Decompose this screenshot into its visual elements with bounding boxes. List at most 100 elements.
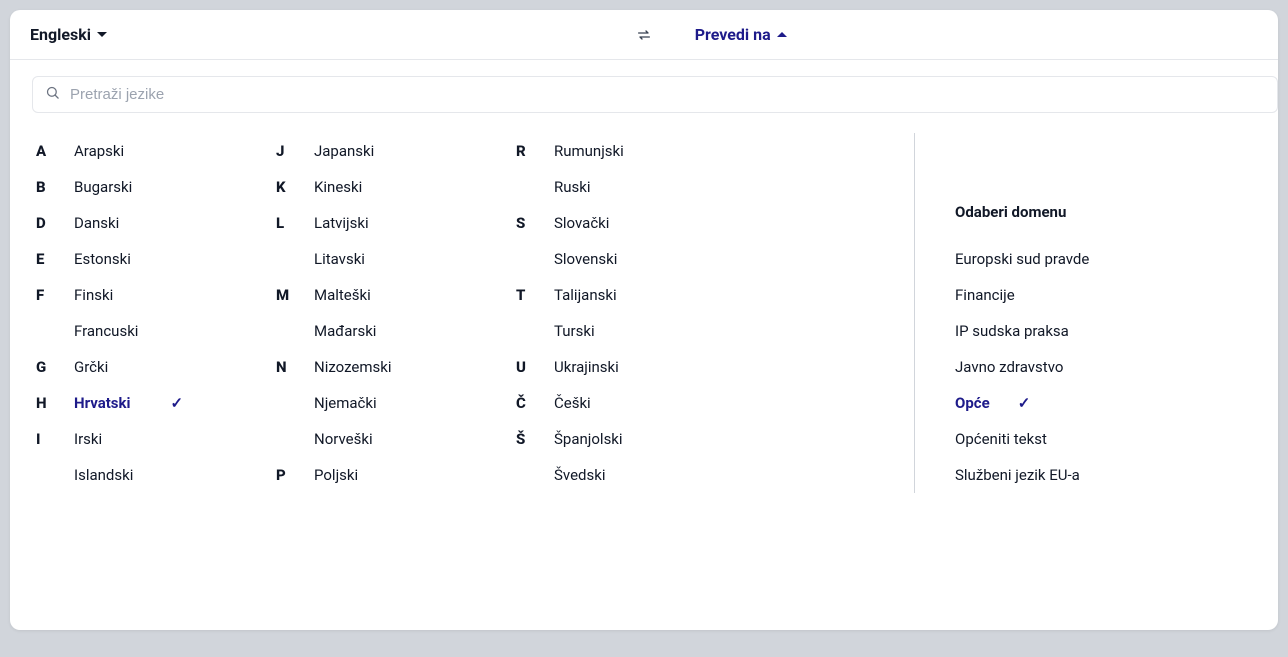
language-item[interactable]: Norveški — [314, 430, 373, 448]
domain-item-label: Financije — [955, 286, 1015, 304]
domain-container: Odaberi domenu Europski sud pravdeFinanc… — [914, 133, 1254, 493]
language-name: Mađarski — [314, 322, 376, 340]
language-item[interactable]: Litavski — [314, 250, 365, 268]
language-name: Ukrajinski — [554, 358, 619, 376]
language-row: RRumunjski — [514, 133, 714, 169]
language-item[interactable]: Ruski — [554, 178, 591, 196]
domain-item[interactable]: Javno zdravstvo — [955, 349, 1254, 385]
language-item[interactable]: Finski — [74, 286, 113, 304]
language-item[interactable]: Poljski — [314, 466, 358, 484]
language-name: Njemački — [314, 394, 377, 412]
language-item[interactable]: Latvijski — [314, 214, 369, 232]
language-name: Slovački — [554, 214, 609, 232]
language-row: ČČeški — [514, 385, 714, 421]
language-name: Turski — [554, 322, 595, 340]
body-container: AArapskiBBugarskiDDanskiEEstonskiFFinski… — [10, 133, 1278, 517]
language-item[interactable]: Slovački — [554, 214, 609, 232]
letter-header: Č — [514, 394, 554, 412]
search-input[interactable] — [70, 86, 1265, 103]
language-item[interactable]: Turski — [554, 322, 595, 340]
language-name: Finski — [74, 286, 113, 304]
language-item[interactable]: Kineski — [314, 178, 362, 196]
domain-item[interactable]: Opće✓ — [955, 385, 1254, 421]
language-row: NNizozemski — [274, 349, 474, 385]
language-row: Mađarski — [274, 313, 474, 349]
letter-header: K — [274, 178, 314, 196]
language-row: BBugarski — [34, 169, 234, 205]
header-bar: Engleski Prevedi na — [10, 10, 1278, 60]
language-item[interactable]: Španjolski — [554, 430, 623, 448]
domain-item[interactable]: IP sudska praksa — [955, 313, 1254, 349]
letter-header: T — [514, 286, 554, 304]
language-name: Estonski — [74, 250, 131, 268]
language-row: Švedski — [514, 457, 714, 493]
search-field[interactable] — [32, 76, 1278, 113]
language-item[interactable]: Ukrajinski — [554, 358, 619, 376]
language-name: Francuski — [74, 322, 138, 340]
domain-item[interactable]: Općeniti tekst — [955, 421, 1254, 457]
letter-header: Š — [514, 430, 554, 448]
language-name: Irski — [74, 430, 102, 448]
language-item[interactable]: Hrvatski ✓ — [74, 394, 183, 412]
language-row: Slovenski — [514, 241, 714, 277]
language-row: SSlovački — [514, 205, 714, 241]
language-row: Ruski — [514, 169, 714, 205]
language-name: Latvijski — [314, 214, 369, 232]
language-item[interactable]: Švedski — [554, 466, 605, 484]
domain-item[interactable]: Europski sud pravde — [955, 241, 1254, 277]
language-row: EEstonski — [34, 241, 234, 277]
target-language-dropdown[interactable]: Prevedi na — [695, 25, 787, 44]
language-name: Danski — [74, 214, 119, 232]
caret-up-icon — [777, 32, 787, 37]
language-item[interactable]: Islandski — [74, 466, 133, 484]
language-name: Litavski — [314, 250, 365, 268]
language-row: FFinski — [34, 277, 234, 313]
language-item[interactable]: Francuski — [74, 322, 138, 340]
letter-header: N — [274, 358, 314, 376]
swap-icon — [636, 27, 652, 43]
language-name: Hrvatski — [74, 394, 131, 412]
language-name: Norveški — [314, 430, 373, 448]
language-row: Turski — [514, 313, 714, 349]
language-item[interactable]: Njemački — [314, 394, 377, 412]
domain-item-label: Općeniti tekst — [955, 430, 1047, 448]
languages-container: AArapskiBBugarskiDDanskiEEstonskiFFinski… — [34, 133, 914, 493]
domain-item-label: Europski sud pravde — [955, 250, 1089, 268]
letter-header: M — [274, 286, 314, 304]
language-row: TTalijanski — [514, 277, 714, 313]
letter-header: B — [34, 178, 74, 196]
language-row: IIrski — [34, 421, 234, 457]
language-column: RRumunjskiRuskiSSlovačkiSlovenskiTTalija… — [514, 133, 714, 493]
language-item[interactable]: Mađarski — [314, 322, 376, 340]
language-item[interactable]: Grčki — [74, 358, 108, 376]
language-item[interactable]: Malteški — [314, 286, 371, 304]
check-icon: ✓ — [171, 394, 184, 412]
check-icon: ✓ — [1018, 394, 1031, 412]
letter-header: I — [34, 430, 74, 448]
letter-header: H — [34, 394, 74, 412]
language-column: JJapanskiKKineskiLLatvijskiLitavskiMMalt… — [274, 133, 474, 493]
language-item[interactable]: Danski — [74, 214, 119, 232]
language-name: Bugarski — [74, 178, 132, 196]
domain-item[interactable]: Službeni jezik EU-a — [955, 457, 1254, 493]
domain-item[interactable]: Financije — [955, 277, 1254, 313]
language-item[interactable]: Bugarski — [74, 178, 132, 196]
language-item[interactable]: Talijanski — [554, 286, 617, 304]
language-item[interactable]: Japanski — [314, 142, 374, 160]
source-language-dropdown[interactable]: Engleski — [30, 25, 107, 44]
language-name: Španjolski — [554, 430, 623, 448]
domain-item-label: Službeni jezik EU-a — [955, 466, 1080, 484]
language-item[interactable]: Češki — [554, 394, 591, 412]
language-item[interactable]: Arapski — [74, 142, 124, 160]
language-item[interactable]: Nizozemski — [314, 358, 392, 376]
language-item[interactable]: Irski — [74, 430, 102, 448]
language-item[interactable]: Rumunjski — [554, 142, 624, 160]
language-row: DDanski — [34, 205, 234, 241]
letter-header: P — [274, 466, 314, 484]
language-row: LLatvijski — [274, 205, 474, 241]
language-name: Japanski — [314, 142, 374, 160]
language-item[interactable]: Slovenski — [554, 250, 617, 268]
language-item[interactable]: Estonski — [74, 250, 131, 268]
swap-languages-button[interactable] — [636, 27, 652, 43]
language-column: AArapskiBBugarskiDDanskiEEstonskiFFinski… — [34, 133, 234, 493]
